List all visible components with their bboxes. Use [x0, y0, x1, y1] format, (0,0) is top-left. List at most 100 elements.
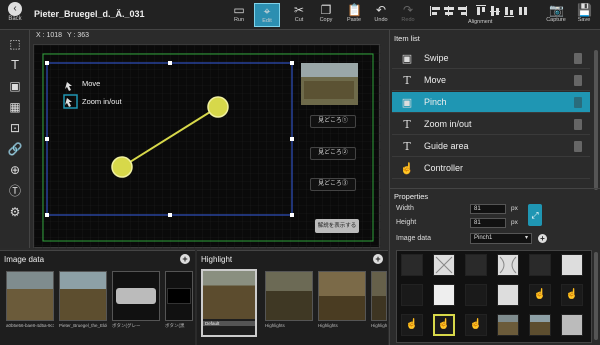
pinch-start-handle[interactable]	[111, 156, 133, 178]
highlight-thumb-default[interactable]: Default	[201, 269, 257, 337]
width-unit: px	[511, 205, 518, 212]
legend-zoom: Zoom in/out	[82, 97, 122, 106]
edit-cursor-icon: ⌖	[263, 4, 271, 18]
hand-gesture-icon[interactable]: ☝	[561, 284, 583, 306]
trash-icon[interactable]	[574, 119, 582, 130]
tower-thumb-image	[6, 271, 54, 321]
highlight-panel: Highlight + Default Highlights Highlight…	[197, 250, 388, 345]
spot-button-1[interactable]: 見どころ①	[310, 115, 356, 128]
link-icon[interactable]: 🔗	[7, 141, 23, 157]
editor-canvas[interactable]: Move Zoom in/out 見どころ① 見どころ② 見どころ③ 解説を表示…	[33, 44, 381, 249]
redo-icon: ↷	[402, 3, 414, 17]
right-panel: Item list ▣ Swipe T Move ▣ Pinch T Zoom …	[389, 30, 600, 345]
height-unit: px	[511, 219, 518, 226]
select-area-icon[interactable]: ⬚	[7, 36, 23, 52]
monitor-icon: ▭	[233, 3, 245, 17]
undo-button[interactable]: ↶ Undo	[368, 3, 394, 27]
text-icon: T	[403, 117, 411, 131]
spot-button-2[interactable]: 見どころ②	[310, 147, 356, 160]
highlight-thumb[interactable]: Highlights	[371, 271, 387, 335]
back-label: Back	[8, 16, 22, 22]
text-tool-icon[interactable]: T	[7, 57, 23, 73]
image-data-label: Image data	[396, 235, 432, 242]
left-toolbar: ⬚ T ▣ ▦ ⊡ 🔗 ⊕ Ⓣ ⚙	[0, 30, 30, 248]
hand-gesture-icon[interactable]: ☝	[401, 314, 423, 336]
copy-button[interactable]: ❐ Copy	[313, 3, 339, 27]
bruegel-thumb-image	[59, 271, 107, 321]
image-thumb[interactable]: a0b5e56-bae8-4d5a-9c74	[6, 271, 54, 335]
list-item-guide-area[interactable]: T Guide area	[392, 136, 590, 157]
clipboard-icon: 📋	[347, 3, 362, 17]
image-data-panel: Image data + a0b5e56-bae8-4d5a-9c74 Piet…	[0, 250, 195, 345]
height-label: Height	[396, 219, 417, 226]
cut-button[interactable]: ✂ Cut	[286, 3, 312, 27]
alignment-label: Alignment	[468, 19, 493, 25]
pinch-end-handle[interactable]	[207, 96, 229, 118]
item-list-title: Item list	[394, 34, 420, 43]
highlight-thumb[interactable]: Highlights	[318, 271, 366, 335]
list-item-swipe[interactable]: ▣ Swipe	[392, 48, 590, 69]
image-thumb[interactable]: ボタン(グレー	[112, 271, 160, 335]
back-button[interactable]: ‹ Back	[4, 2, 26, 28]
back-arrow-icon: ‹	[8, 2, 22, 16]
image-settings-icon[interactable]: ⚙	[7, 204, 23, 220]
alignment-icons[interactable]	[428, 3, 534, 19]
edit-button[interactable]: ⌖ Edit	[254, 3, 280, 27]
undo-icon: ↶	[375, 3, 387, 17]
globe-icon[interactable]: ⊕	[7, 162, 23, 178]
image-thumb[interactable]: ボタン(黒	[165, 271, 193, 335]
gray-button-preview	[116, 288, 156, 304]
highlight-title: Highlight	[201, 255, 233, 264]
height-input[interactable]: 81	[470, 218, 506, 228]
run-button[interactable]: ▭ Run	[226, 3, 252, 27]
black-button-preview	[167, 288, 191, 304]
document-title: Pieter_Bruegel_d._Ä._031	[34, 9, 145, 19]
list-item-zoom[interactable]: T Zoom in/out	[392, 114, 590, 135]
text-icon: T	[403, 139, 411, 153]
redo-button[interactable]: ↷ Redo	[395, 3, 421, 27]
add-image-button[interactable]: +	[180, 254, 190, 264]
save-button[interactable]: 💾 Save	[571, 3, 597, 27]
image-icon: ▣	[401, 51, 413, 65]
image-data-select[interactable]: Pinch1 ▾	[470, 233, 532, 244]
hand-gesture-icon[interactable]: ☝	[529, 284, 551, 306]
explain-button[interactable]: 解説を表示する	[315, 219, 359, 233]
list-item-pinch[interactable]: ▣ Pinch	[392, 92, 590, 113]
trash-icon[interactable]	[574, 141, 582, 152]
capture-button[interactable]: 📷 Capture	[543, 3, 569, 27]
timer-text-icon[interactable]: Ⓣ	[7, 183, 23, 199]
add-image-data-button[interactable]: +	[538, 234, 547, 243]
image-picker-grid[interactable]: ☝ ☝ ☝ ☝ ☝	[396, 250, 592, 343]
chevron-down-icon: ▾	[524, 235, 528, 241]
spot-button-3[interactable]: 見どころ③	[310, 178, 356, 191]
hand-gesture-icon[interactable]: ☝	[465, 314, 487, 336]
image-picker-scrollbar[interactable]	[594, 252, 598, 340]
highlight-thumb[interactable]: Highlights	[265, 271, 313, 335]
legend-move: Move	[82, 79, 101, 88]
resize-icon: ⤢	[531, 210, 539, 220]
scissors-icon: ✂	[293, 3, 305, 17]
reset-size-button[interactable]: ⤢	[528, 204, 542, 226]
floppy-icon: 💾	[577, 3, 592, 17]
trash-icon[interactable]	[574, 75, 582, 86]
image-thumb[interactable]: Pieter_Bruegel_the_Elder	[59, 271, 107, 335]
cursor-y-readout: Y : 363	[67, 32, 90, 39]
item-list-scrollbar[interactable]	[594, 50, 598, 190]
paste-button[interactable]: 📋 Paste	[341, 3, 367, 27]
grid-tool-icon[interactable]: ▦	[7, 99, 23, 115]
trash-icon[interactable]	[574, 97, 582, 108]
list-item-controller[interactable]: ☝ Controller	[392, 158, 590, 179]
zoom-area-icon[interactable]: ⊡	[7, 120, 23, 136]
add-highlight-button[interactable]: +	[373, 254, 383, 264]
controller-icon: ☝	[400, 161, 414, 175]
copy-icon: ❐	[320, 3, 332, 17]
width-input[interactable]: 81	[470, 204, 506, 214]
selected-pinch-image[interactable]: ☝	[433, 314, 455, 336]
list-item-move[interactable]: T Move	[392, 70, 590, 91]
trash-icon[interactable]	[574, 53, 582, 64]
image-data-title: Image data	[4, 255, 45, 264]
alignment-group: Alignment	[428, 3, 534, 27]
properties-title: Properties	[394, 192, 429, 201]
image-tool-icon[interactable]: ▣	[7, 78, 23, 94]
width-label: Width	[396, 205, 414, 212]
